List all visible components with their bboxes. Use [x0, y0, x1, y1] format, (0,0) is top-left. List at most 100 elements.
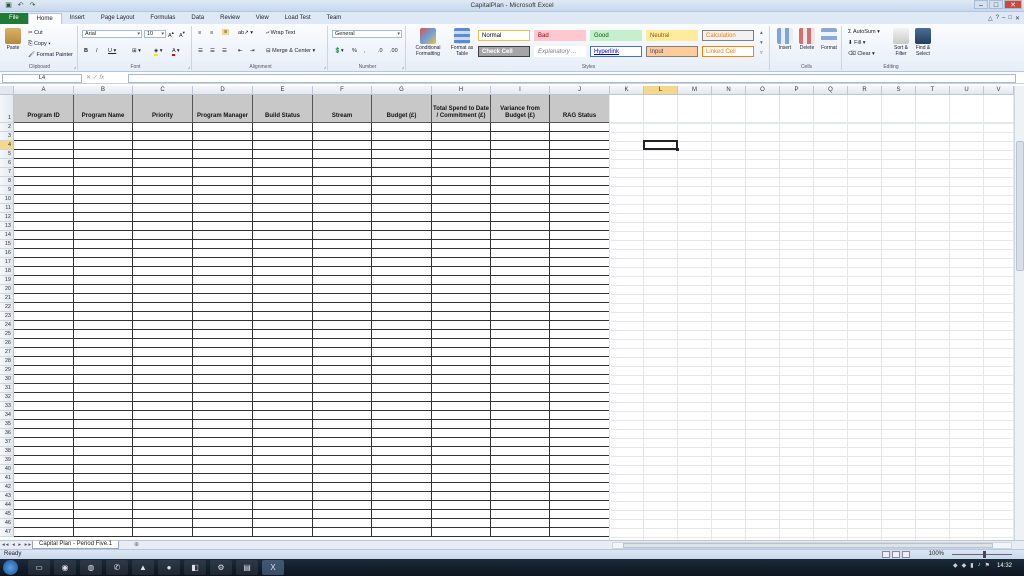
- table-cell[interactable]: [14, 294, 74, 303]
- table-cell[interactable]: [74, 411, 133, 420]
- table-cell[interactable]: [133, 303, 193, 312]
- table-cell[interactable]: [432, 501, 491, 510]
- align-right-icon[interactable]: ☰: [222, 48, 227, 54]
- table-cell[interactable]: [491, 492, 550, 501]
- table-cell[interactable]: [253, 123, 313, 132]
- table-cell[interactable]: [491, 456, 550, 465]
- table-cell[interactable]: [313, 348, 372, 357]
- table-cell[interactable]: [550, 132, 610, 141]
- style-cell-good[interactable]: Good: [590, 30, 642, 41]
- table-header-program-manager[interactable]: Program Manager: [193, 95, 253, 123]
- table-cell[interactable]: [74, 465, 133, 474]
- table-cell[interactable]: [432, 195, 491, 204]
- table-cell[interactable]: [74, 456, 133, 465]
- table-cell[interactable]: [14, 357, 74, 366]
- row-header[interactable]: 35: [0, 420, 14, 429]
- table-cell[interactable]: [193, 312, 253, 321]
- table-cell[interactable]: [133, 195, 193, 204]
- network-icon[interactable]: ▮: [970, 562, 973, 569]
- table-cell[interactable]: [313, 456, 372, 465]
- table-cell[interactable]: [74, 141, 133, 150]
- chat-icon[interactable]: ✆: [106, 560, 128, 575]
- table-cell[interactable]: [253, 132, 313, 141]
- bold-button[interactable]: B: [84, 48, 88, 54]
- table-cell[interactable]: [432, 393, 491, 402]
- table-cell[interactable]: [74, 222, 133, 231]
- table-cell[interactable]: [432, 132, 491, 141]
- start-button-icon[interactable]: [3, 560, 18, 575]
- table-cell[interactable]: [133, 276, 193, 285]
- table-cell[interactable]: [193, 402, 253, 411]
- table-cell[interactable]: [372, 213, 432, 222]
- table-cell[interactable]: [432, 474, 491, 483]
- table-header-priority[interactable]: Priority: [133, 95, 193, 123]
- table-cell[interactable]: [372, 429, 432, 438]
- table-cell[interactable]: [313, 321, 372, 330]
- table-cell[interactable]: [253, 141, 313, 150]
- table-cell[interactable]: [313, 123, 372, 132]
- table-cell[interactable]: [193, 375, 253, 384]
- table-cell[interactable]: [550, 402, 610, 411]
- table-cell[interactable]: [313, 258, 372, 267]
- table-cell[interactable]: [372, 483, 432, 492]
- column-header-a[interactable]: A: [14, 86, 74, 95]
- table-cell[interactable]: [253, 357, 313, 366]
- table-cell[interactable]: [372, 501, 432, 510]
- table-cell[interactable]: [313, 429, 372, 438]
- row-header[interactable]: 30: [0, 375, 14, 384]
- column-header-v[interactable]: V: [984, 86, 1014, 95]
- table-cell[interactable]: [432, 141, 491, 150]
- table-cell[interactable]: [550, 501, 610, 510]
- table-cell[interactable]: [253, 231, 313, 240]
- table-cell[interactable]: [253, 150, 313, 159]
- tab-view[interactable]: View: [248, 13, 277, 24]
- tab-page-layout[interactable]: Page Layout: [93, 13, 143, 24]
- table-cell[interactable]: [133, 384, 193, 393]
- table-cell[interactable]: [253, 294, 313, 303]
- row-header[interactable]: 24: [0, 321, 14, 330]
- style-cell-input[interactable]: Input: [646, 46, 698, 57]
- workbook-restore-icon[interactable]: □: [1008, 15, 1012, 22]
- column-header-r[interactable]: R: [848, 86, 882, 95]
- row-header[interactable]: 37: [0, 438, 14, 447]
- table-cell[interactable]: [550, 483, 610, 492]
- table-cell[interactable]: [313, 177, 372, 186]
- table-cell[interactable]: [193, 303, 253, 312]
- table-cell[interactable]: [74, 303, 133, 312]
- table-cell[interactable]: [372, 321, 432, 330]
- table-cell[interactable]: [74, 492, 133, 501]
- enter-icon[interactable]: ✓: [93, 75, 98, 81]
- table-cell[interactable]: [193, 321, 253, 330]
- percent-icon[interactable]: %: [352, 48, 357, 54]
- table-cell[interactable]: [432, 177, 491, 186]
- table-cell[interactable]: [14, 276, 74, 285]
- row-header[interactable]: 38: [0, 447, 14, 456]
- delete-button[interactable]: Delete: [796, 28, 818, 51]
- table-cell[interactable]: [14, 519, 74, 528]
- table-cell[interactable]: [74, 285, 133, 294]
- excel-icon[interactable]: X: [262, 560, 284, 575]
- table-cell[interactable]: [550, 429, 610, 438]
- column-header-g[interactable]: G: [372, 86, 432, 95]
- table-cell[interactable]: [74, 231, 133, 240]
- table-cell[interactable]: [550, 492, 610, 501]
- table-cell[interactable]: [193, 222, 253, 231]
- table-cell[interactable]: [550, 465, 610, 474]
- table-cell[interactable]: [372, 231, 432, 240]
- table-cell[interactable]: [491, 276, 550, 285]
- font-color-icon[interactable]: A ▾: [172, 48, 180, 56]
- table-cell[interactable]: [14, 501, 74, 510]
- table-cell[interactable]: [14, 132, 74, 141]
- table-cell[interactable]: [74, 393, 133, 402]
- table-cell[interactable]: [193, 249, 253, 258]
- font-name-select[interactable]: Arial ▾: [82, 30, 142, 38]
- column-header-n[interactable]: N: [712, 86, 746, 95]
- table-cell[interactable]: [313, 186, 372, 195]
- table-cell[interactable]: [550, 195, 610, 204]
- table-cell[interactable]: [133, 330, 193, 339]
- flag-icon[interactable]: ⚑: [985, 562, 990, 569]
- table-cell[interactable]: [14, 303, 74, 312]
- table-cell[interactable]: [550, 276, 610, 285]
- table-cell[interactable]: [313, 420, 372, 429]
- table-cell[interactable]: [491, 519, 550, 528]
